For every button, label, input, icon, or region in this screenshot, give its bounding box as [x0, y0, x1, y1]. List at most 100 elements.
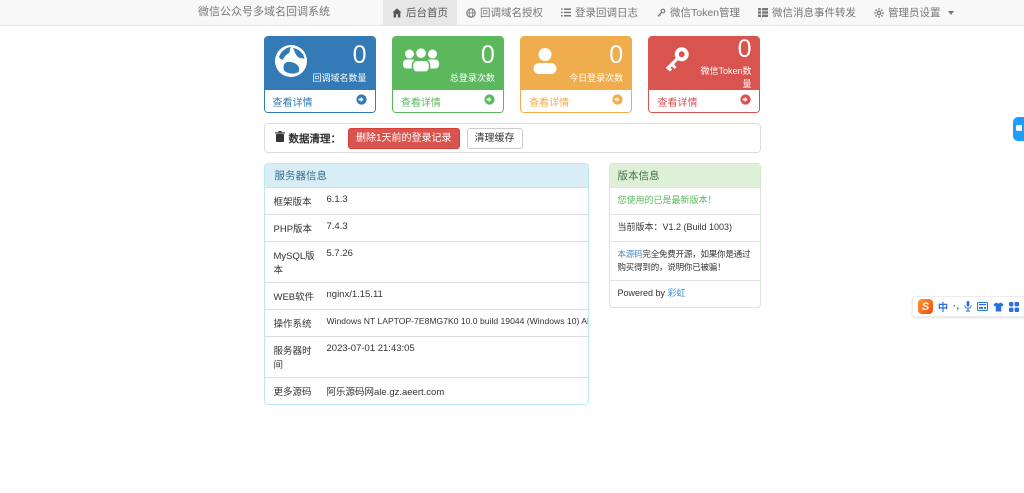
ime-toolbar: S 中 ·, [912, 296, 1024, 317]
nav-label: 管理员设置 [888, 5, 941, 20]
view-details-link[interactable]: 查看详情 [393, 89, 503, 112]
stat-value: 0 [693, 36, 751, 62]
stat-cards-row: 0 回调域名数量 查看详情 0 总登录次数 查看详情 [264, 36, 761, 113]
row-label: MySQL版本 [265, 242, 325, 282]
stat-card-head: 0 总登录次数 [393, 37, 503, 89]
view-details-label: 查看详情 [401, 94, 441, 109]
trash-icon [275, 131, 285, 145]
chevron-down-icon [948, 11, 954, 15]
view-details-label: 查看详情 [529, 94, 569, 109]
row-label: 服务器时间 [265, 337, 325, 377]
row-value: Windows NT LAPTOP-7E8MG7K0 10.0 build 19… [325, 310, 588, 336]
row-value: 7.4.3 [325, 215, 588, 241]
view-details-link[interactable]: 查看详情 [521, 89, 631, 112]
users-icon [401, 46, 441, 81]
stat-card-head: 0 微信Token数量 [649, 37, 759, 89]
version-info-panel: 版本信息 您使用的已是最新版本！ 当前版本：V1.2 (Build 1003) … [609, 163, 761, 308]
floating-service-button[interactable] [1013, 117, 1024, 141]
arrow-circle-right-icon [484, 94, 495, 108]
row-value: 5.7.26 [325, 242, 588, 282]
th-list-icon [758, 8, 768, 17]
row-value: 6.1.3 [325, 188, 588, 214]
open-source-notice: 本源码完全免费开源，如果你是通过购买得到的，说明你已被骗！ [610, 241, 760, 280]
stat-card-head: 0 今日登录次数 [521, 37, 631, 89]
nav-label: 微信消息事件转发 [772, 5, 856, 20]
powered-by: Powered by 彩虹 [610, 280, 760, 307]
ime-mode-toggle[interactable]: 中 [938, 299, 948, 314]
stat-value: 0 [312, 42, 366, 68]
gear-icon [874, 8, 884, 18]
view-details-link[interactable]: 查看详情 [649, 89, 759, 112]
row-label: WEB软件 [265, 283, 325, 309]
key-icon [657, 43, 693, 84]
view-details-label: 查看详情 [657, 94, 697, 109]
server-info-panel: 服务器信息 框架版本 6.1.3 PHP版本 7.4.3 MySQL版本 5.7… [264, 163, 589, 405]
nav-item-login-log[interactable]: 登录回调日志 [552, 0, 647, 25]
user-icon [529, 45, 561, 82]
rainbow-link[interactable]: 彩虹 [668, 288, 686, 298]
row-label: 框架版本 [265, 188, 325, 214]
row-label: PHP版本 [265, 215, 325, 241]
latest-version-text: 您使用的已是最新版本！ [610, 187, 760, 214]
toolbox-grid-icon[interactable] [1009, 302, 1019, 312]
stat-card-today-logins: 0 今日登录次数 查看详情 [520, 36, 632, 113]
nav-label: 登录回调日志 [575, 5, 638, 20]
data-cleanup-panel: 数据清理： 删除1天前的登录记录 清理缓存 [264, 123, 761, 153]
nav-label: 微信Token管理 [670, 5, 740, 20]
row-label: 更多源码 [265, 378, 325, 404]
main-nav: 后台首页 回调域名授权 登录回调日志 微信Token管理 微信消息事件转发 管理… [383, 0, 963, 25]
globe-icon [466, 8, 476, 18]
table-row: 更多源码 阿乐源码网ale.gz.aeert.com [265, 377, 588, 404]
server-panel-title: 服务器信息 [265, 164, 588, 187]
skin-icon[interactable] [993, 302, 1004, 312]
stat-value: 0 [569, 42, 623, 68]
clear-cache-button[interactable]: 清理缓存 [467, 128, 523, 149]
nav-item-token-manage[interactable]: 微信Token管理 [647, 0, 749, 25]
list-icon [561, 8, 571, 17]
nav-item-dashboard[interactable]: 后台首页 [383, 0, 457, 25]
cleanup-title: 数据清理： [275, 131, 342, 146]
row-value: nginx/1.15.11 [325, 283, 588, 309]
nav-item-msg-forward[interactable]: 微信消息事件转发 [749, 0, 865, 25]
home-icon [392, 8, 402, 18]
stat-label: 回调域名数量 [312, 71, 366, 84]
view-details-label: 查看详情 [273, 94, 313, 109]
nav-label: 回调域名授权 [480, 5, 543, 20]
row-label: 操作系统 [265, 310, 325, 336]
chat-icon [1016, 125, 1022, 131]
stat-card-head: 0 回调域名数量 [265, 37, 375, 89]
stat-value: 0 [450, 42, 495, 68]
current-version-text: 当前版本：V1.2 (Build 1003) [610, 214, 760, 241]
row-value: 阿乐源码网ale.gz.aeert.com [325, 378, 588, 404]
version-panel-title: 版本信息 [610, 164, 760, 187]
table-row: WEB软件 nginx/1.15.11 [265, 282, 588, 309]
sogou-logo-icon[interactable]: S [918, 299, 933, 314]
cleanup-label: 数据清理： [289, 131, 342, 146]
source-link[interactable]: 本源码 [618, 249, 643, 259]
delete-old-logins-button[interactable]: 删除1天前的登录记录 [348, 128, 460, 149]
keyboard-icon[interactable] [977, 302, 988, 311]
stat-label: 总登录次数 [450, 71, 495, 84]
powered-text: Powered by [618, 288, 668, 298]
view-details-link[interactable]: 查看详情 [265, 89, 375, 112]
arrow-circle-right-icon [740, 94, 751, 108]
top-navbar: 微信公众号多域名回调系统 后台首页 回调域名授权 登录回调日志 微信Token管… [0, 0, 1024, 26]
globe-icon [273, 43, 309, 84]
stat-label: 微信Token数量 [693, 64, 751, 90]
nav-label: 后台首页 [406, 5, 448, 20]
row-value: 2023-07-01 21:43:05 [325, 337, 588, 377]
arrow-circle-right-icon [356, 94, 367, 108]
stat-card-total-logins: 0 总登录次数 查看详情 [392, 36, 504, 113]
stat-card-tokens: 0 微信Token数量 查看详情 [648, 36, 760, 113]
table-row: 服务器时间 2023-07-01 21:43:05 [265, 336, 588, 377]
key-icon [656, 8, 666, 18]
nav-item-admin-settings[interactable]: 管理员设置 [865, 0, 963, 25]
table-row: MySQL版本 5.7.26 [265, 241, 588, 282]
nav-item-domain-auth[interactable]: 回调域名授权 [457, 0, 552, 25]
microphone-icon[interactable] [964, 301, 972, 312]
table-row: 操作系统 Windows NT LAPTOP-7E8MG7K0 10.0 bui… [265, 309, 588, 336]
arrow-circle-right-icon [612, 94, 623, 108]
brand-title[interactable]: 微信公众号多域名回调系统 [198, 0, 330, 25]
ime-punctuation-toggle[interactable]: ·, [953, 301, 959, 312]
table-row: 框架版本 6.1.3 [265, 187, 588, 214]
